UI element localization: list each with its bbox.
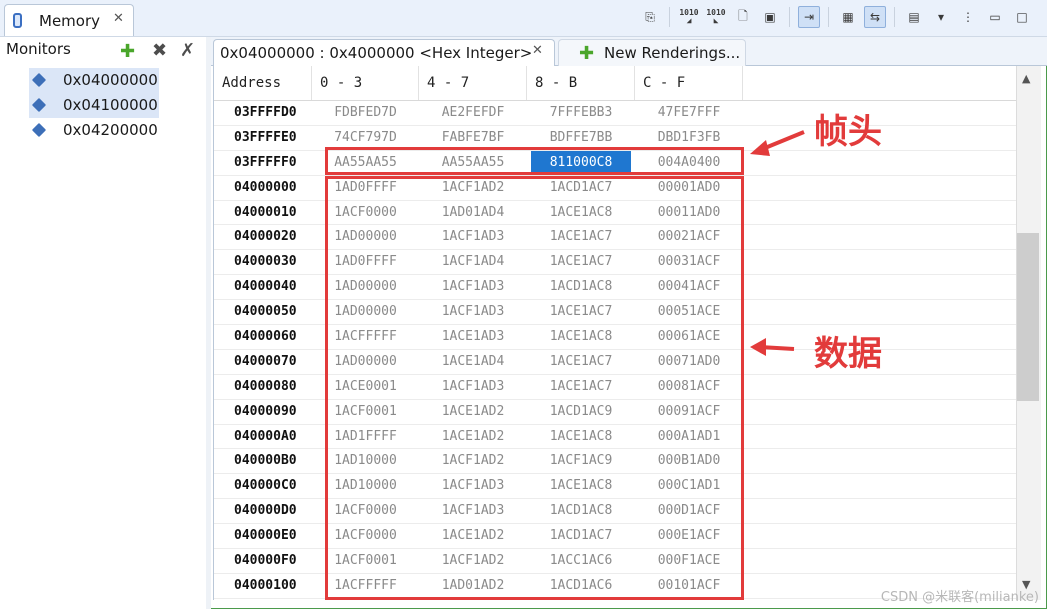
- address-cell: 04000090: [234, 403, 297, 419]
- frame-header-label: 帧头: [814, 112, 882, 152]
- address-cell: 04000000: [234, 179, 297, 195]
- memory-view-tab[interactable]: Memory ✕: [4, 4, 134, 36]
- memory-view-title: Memory: [39, 12, 101, 30]
- address-cell: 040000C0: [234, 478, 297, 494]
- column-header-3[interactable]: 8 - B: [527, 66, 635, 100]
- pane-sash[interactable]: [206, 37, 211, 609]
- address-cell: 04000060: [234, 329, 297, 345]
- export-icon[interactable]: ▣: [759, 6, 781, 28]
- import-icon[interactable]: ⎘: [639, 6, 661, 28]
- refresh-active-icon[interactable]: ⇆: [864, 6, 886, 28]
- monitor-item[interactable]: 0x04200000: [0, 118, 206, 143]
- remove-all-monitors-icon[interactable]: ✗: [180, 40, 195, 61]
- add-monitor-icon[interactable]: ✚: [120, 41, 135, 62]
- vertical-scrollbar[interactable]: ▲ ▼: [1016, 66, 1041, 600]
- data-arrow: [750, 338, 795, 356]
- maximize-icon[interactable]: □: [1011, 6, 1033, 28]
- column-header-1[interactable]: 0 - 3: [312, 66, 419, 100]
- frame-header-arrow: [750, 130, 805, 156]
- monitor-diamond-icon: [31, 122, 47, 138]
- scroll-up-icon[interactable]: ▲: [1022, 72, 1030, 85]
- toolbar-separator: [894, 7, 895, 27]
- column-header-2[interactable]: 4 - 7: [419, 66, 527, 100]
- address-cell: 03FFFFF0: [234, 154, 297, 170]
- monitors-title: Monitors: [6, 40, 71, 58]
- data-box: [325, 176, 744, 600]
- address-cell: 04000040: [234, 279, 297, 295]
- memory-cell[interactable]: 47FE7FFF: [639, 101, 739, 125]
- menu-down-icon[interactable]: ▾: [930, 6, 952, 28]
- view-tab-bar: Memory ✕ ⎘ 1010 ◢ 1010 ◣ 🗋 ▣ ⇥ ▦ ⇆ ▤ ▾ ⋮ ▭…: [0, 0, 1047, 37]
- address-cell: 04000070: [234, 353, 297, 369]
- address-cell: 04000020: [234, 229, 297, 245]
- memory-cell[interactable]: 7FFFEBB3: [531, 101, 631, 125]
- minimize-icon[interactable]: ▭: [984, 6, 1006, 28]
- memory-cell[interactable]: FDBFED7D: [316, 101, 415, 125]
- address-column-header[interactable]: Address: [214, 66, 312, 100]
- close-icon[interactable]: ✕: [113, 11, 124, 26]
- monitor-label: 0x04200000: [63, 121, 158, 139]
- binary-view2-icon[interactable]: 1010 ◣: [705, 6, 727, 28]
- address-cell: 04000080: [234, 378, 297, 394]
- address-cell: 03FFFFE0: [234, 129, 297, 145]
- frame-header-box: [325, 147, 744, 175]
- monitor-item[interactable]: 0x04100000: [0, 93, 206, 118]
- view-toolbar: ⎘ 1010 ◢ 1010 ◣ 🗋 ▣ ⇥ ▦ ⇆ ▤ ▾ ⋮ ▭ □: [639, 5, 1033, 29]
- rendering-tab-bar: 0x04000000 : 0x4000000 <Hex Integer> ✕ ✚…: [211, 37, 1047, 66]
- layout-icon[interactable]: ▤: [903, 6, 925, 28]
- address-cell: 040000A0: [234, 428, 297, 444]
- link-icon[interactable]: ⇥: [798, 6, 820, 28]
- address-cell: 040000E0: [234, 528, 297, 544]
- monitor-label: 0x04000000: [63, 71, 158, 89]
- data-label: 数据: [814, 334, 882, 374]
- close-icon[interactable]: ✕: [532, 43, 543, 58]
- rendering-tab-hex[interactable]: 0x04000000 : 0x4000000 <Hex Integer> ✕: [213, 39, 555, 66]
- memory-icon: [13, 13, 22, 28]
- column-header-4[interactable]: C - F: [635, 66, 743, 100]
- binary-view-icon[interactable]: 1010 ◢: [678, 6, 700, 28]
- remove-monitor-icon[interactable]: ✖: [152, 40, 167, 61]
- watermark: CSDN @米联客(milianke): [880, 590, 1039, 605]
- address-cell: 040000D0: [234, 503, 297, 519]
- more-icon[interactable]: ⋮: [957, 6, 979, 28]
- memory-row: 03FFFFD0 FDBFED7D AE2FEFDF 7FFFEBB3 47FE7FFF: [214, 101, 1017, 126]
- scroll-thumb[interactable]: [1017, 233, 1039, 401]
- memory-cell[interactable]: AE2FEFDF: [423, 101, 523, 125]
- toolbar-separator: [669, 7, 670, 27]
- add-rendering-icon: ✚: [579, 43, 595, 64]
- monitor-item[interactable]: 0x04000000: [0, 68, 206, 93]
- new-renderings-tab[interactable]: ✚ New Renderings...: [558, 39, 746, 66]
- monitor-label: 0x04100000: [63, 96, 158, 114]
- new-renderings-label: New Renderings...: [604, 44, 741, 62]
- column-header: Address 0 - 34 - 78 - BC - F: [214, 66, 1017, 101]
- monitors-pane: Monitors ✚ ✖ ✗ 0x04000000 0x04100000 0x0…: [0, 37, 206, 609]
- monitors-header: Monitors ✚ ✖ ✗: [0, 37, 206, 65]
- toolbar-separator: [828, 7, 829, 27]
- toolbar-separator: [789, 7, 790, 27]
- address-cell: 04000010: [234, 204, 297, 220]
- monitor-list: 0x04000000 0x04100000 0x04200000: [0, 68, 206, 143]
- new-page-icon[interactable]: 🗋: [732, 6, 754, 28]
- address-cell: 04000050: [234, 304, 297, 320]
- rendering-tab-label: 0x04000000 : 0x4000000 <Hex Integer>: [220, 44, 533, 62]
- address-cell: 040000B0: [234, 453, 297, 469]
- columns-icon[interactable]: ▦: [837, 6, 859, 28]
- address-cell: 040000F0: [234, 553, 297, 569]
- address-cell: 04000100: [234, 577, 297, 593]
- address-cell: 04000030: [234, 254, 297, 270]
- address-cell: 03FFFFD0: [234, 105, 297, 120]
